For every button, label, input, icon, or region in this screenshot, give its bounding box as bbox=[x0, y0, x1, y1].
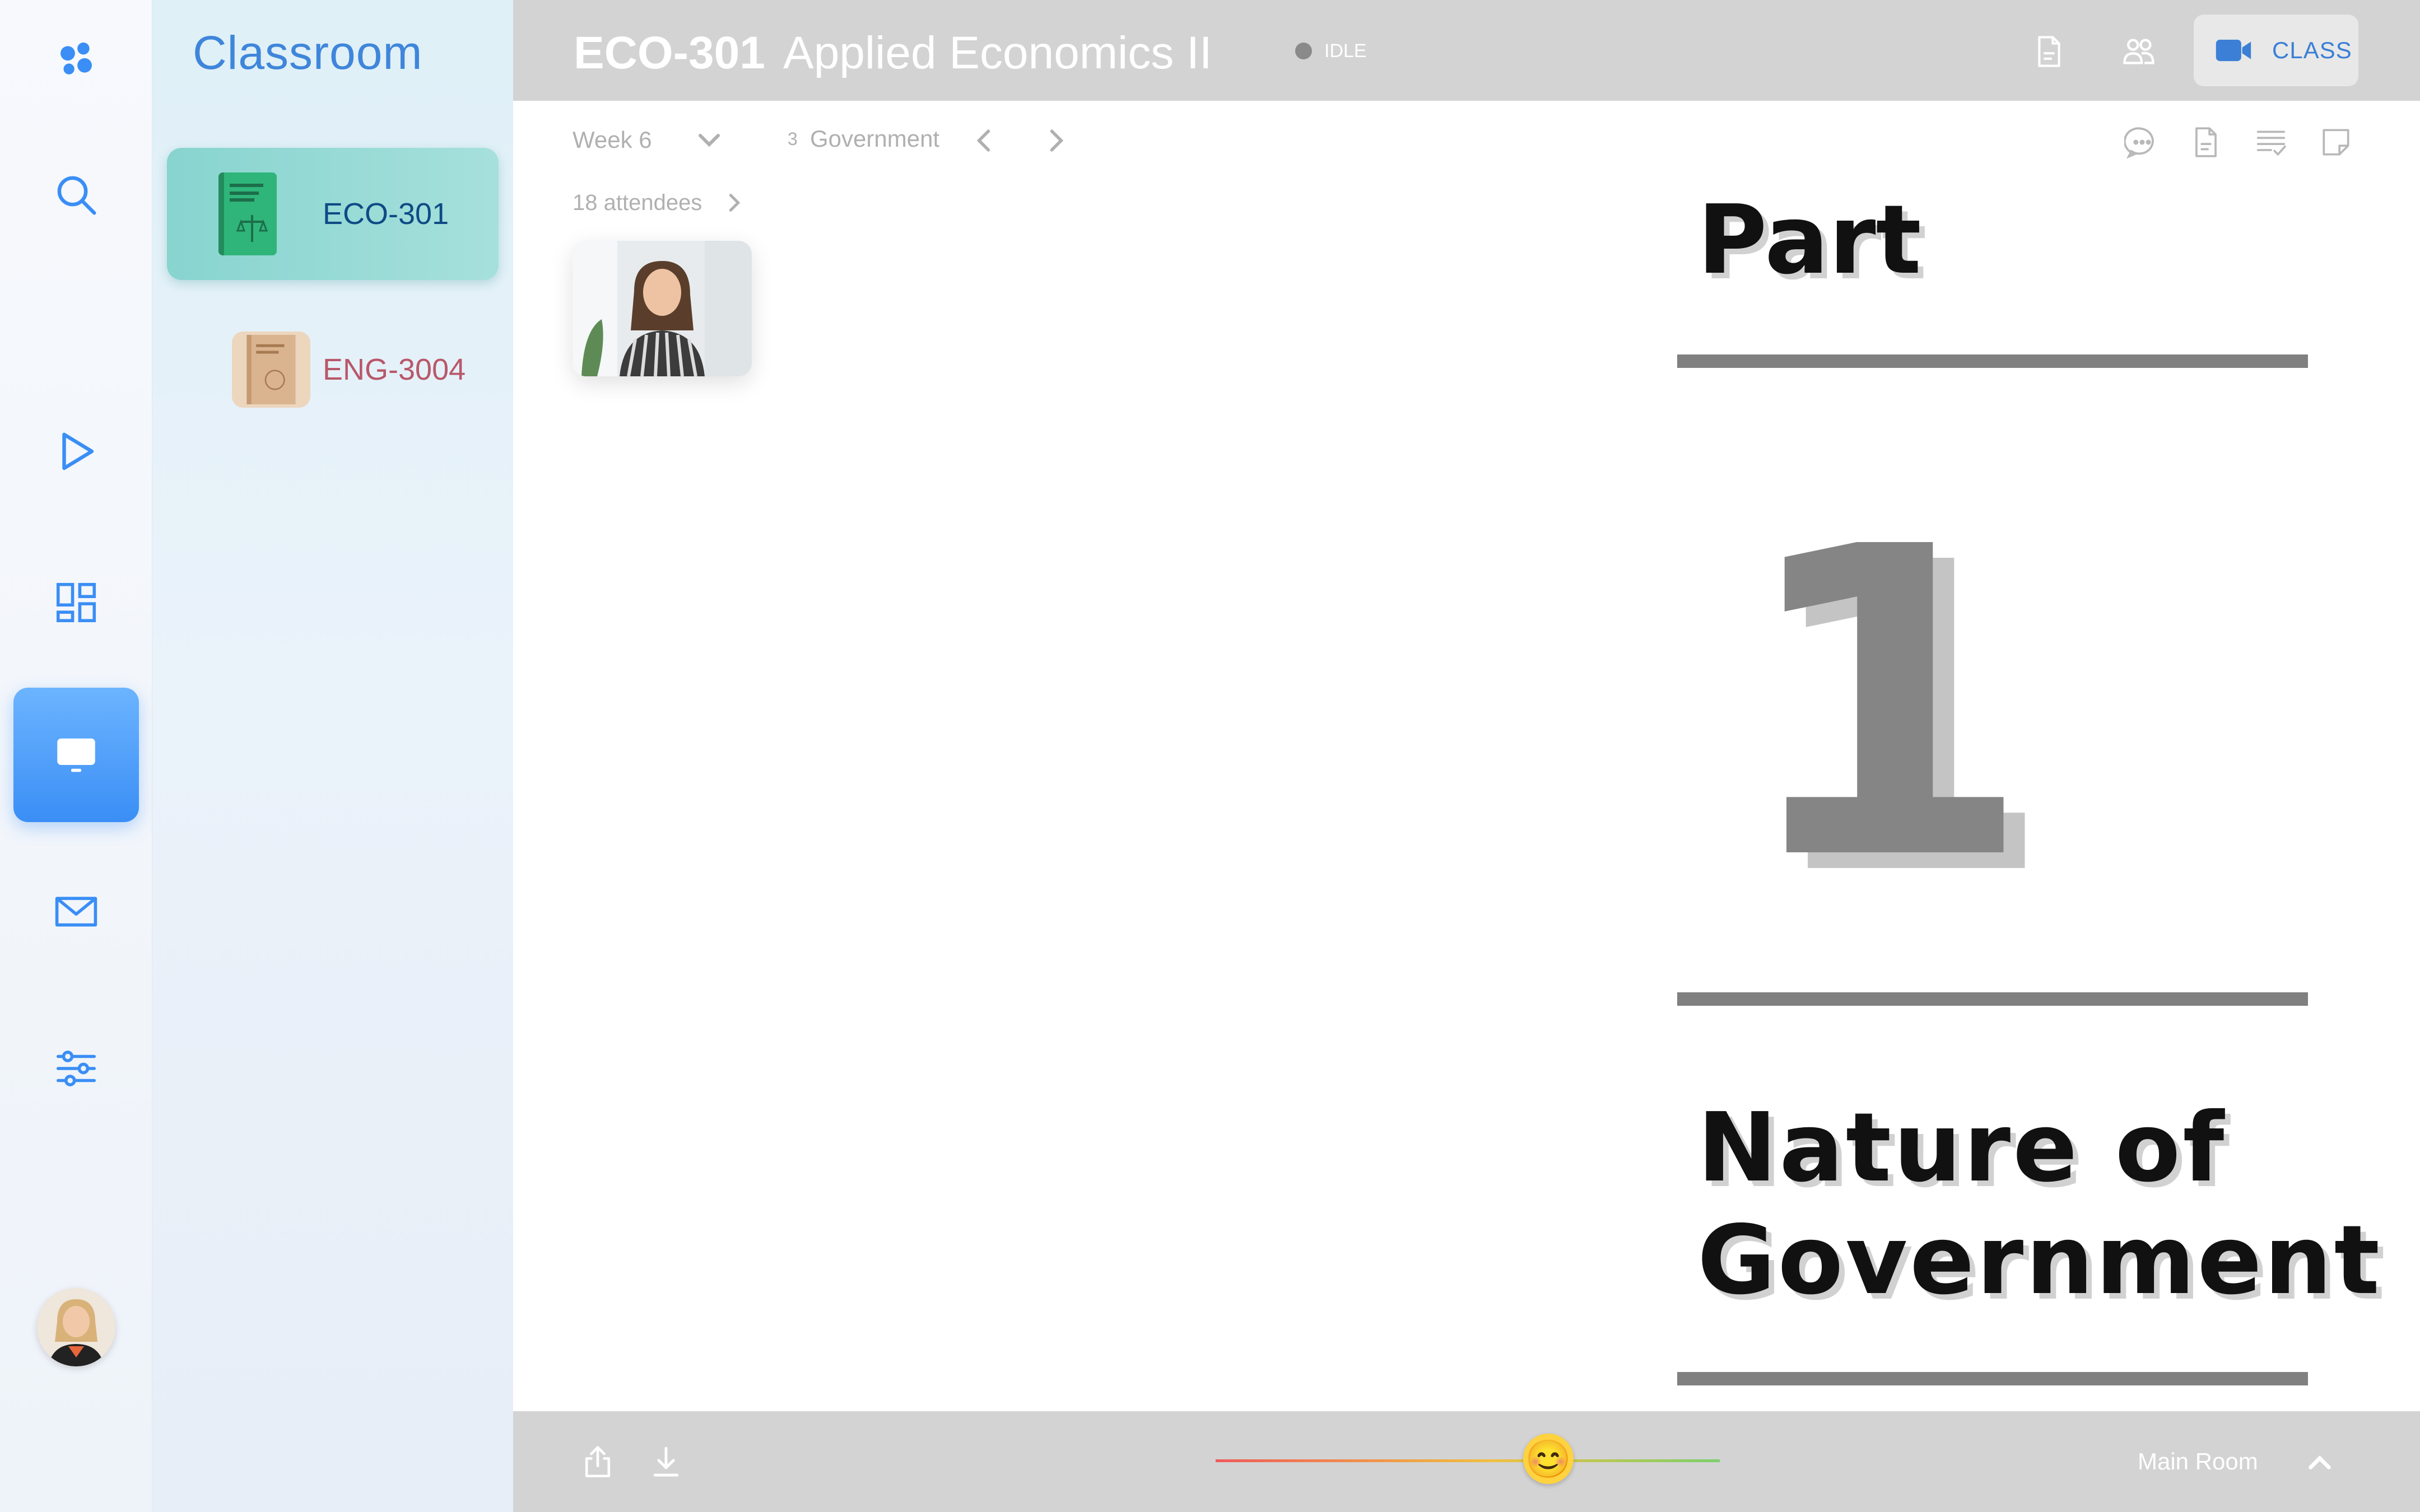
previous-arrow-icon[interactable] bbox=[965, 121, 1004, 160]
slide-divider bbox=[1677, 992, 2308, 1006]
attendees-count[interactable]: 18 attendees bbox=[573, 190, 702, 216]
sliders-icon[interactable] bbox=[43, 1035, 110, 1102]
lesson-number: 3 bbox=[788, 129, 798, 149]
lesson-name: Government bbox=[810, 125, 940, 152]
course-item-eng-3004[interactable]: ENG-3004 bbox=[167, 304, 499, 436]
mood-slider-track[interactable] bbox=[1216, 1459, 1720, 1462]
course-sidebar: Classroom ECO-301 ENG-3004 bbox=[152, 0, 513, 1512]
book-cover-icon bbox=[218, 172, 277, 255]
week-selector[interactable]: Week 6 bbox=[573, 127, 652, 153]
slide-title-line: Government bbox=[1697, 1205, 2382, 1316]
room-label[interactable]: Main Room bbox=[2138, 1448, 2258, 1475]
mail-icon[interactable] bbox=[43, 878, 110, 945]
logo-icon[interactable] bbox=[43, 26, 110, 93]
mood-slider-knob[interactable]: 😊 bbox=[1523, 1434, 1574, 1484]
slide-divider bbox=[1677, 354, 2308, 368]
lesson-toolbar: Week 6 3 Government bbox=[513, 101, 2420, 179]
dashboard-icon[interactable] bbox=[43, 569, 110, 636]
class-button[interactable]: CLASS bbox=[2194, 15, 2358, 86]
slide-title-line: Nature of bbox=[1697, 1093, 2227, 1203]
participants-icon[interactable] bbox=[2116, 29, 2161, 74]
notes-icon[interactable] bbox=[2185, 121, 2227, 164]
user-avatar[interactable] bbox=[37, 1288, 115, 1366]
sticky-note-icon[interactable] bbox=[2315, 121, 2357, 164]
slide-title: Nature of Government bbox=[1697, 1092, 2382, 1317]
book-cover-icon bbox=[232, 332, 310, 408]
status-dot-icon bbox=[1295, 43, 1312, 59]
course-label: ECO-301 bbox=[323, 197, 449, 231]
next-arrow-icon[interactable] bbox=[1036, 121, 1076, 160]
download-icon[interactable] bbox=[641, 1437, 691, 1487]
document-icon[interactable] bbox=[2027, 29, 2072, 74]
chevron-down-icon[interactable] bbox=[692, 123, 726, 157]
course-code: ECO-301 bbox=[574, 27, 765, 78]
chevron-up-icon[interactable] bbox=[2300, 1443, 2339, 1482]
course-label: ENG-3004 bbox=[323, 353, 466, 386]
course-item-eco-301[interactable]: ECO-301 bbox=[167, 148, 499, 280]
footer-bar: 😊 Main Room bbox=[513, 1411, 2420, 1512]
monitor-icon[interactable] bbox=[13, 688, 139, 822]
slide-part-number: 1 bbox=[1737, 458, 2033, 953]
checklist-icon[interactable] bbox=[2250, 121, 2292, 164]
class-button-label: CLASS bbox=[2272, 37, 2352, 63]
participant-video-tile[interactable] bbox=[573, 241, 752, 376]
share-icon[interactable] bbox=[573, 1437, 623, 1487]
header-bar: ECO-301 Applied Economics II IDLE CLASS bbox=[513, 0, 2420, 101]
chevron-right-icon[interactable] bbox=[720, 187, 748, 218]
slide-divider bbox=[1677, 1372, 2308, 1385]
participant-photo bbox=[573, 241, 752, 376]
play-icon[interactable] bbox=[43, 418, 110, 485]
video-camera-icon bbox=[2216, 39, 2251, 62]
sidebar-title: Classroom bbox=[193, 26, 423, 79]
status-badge: IDLE bbox=[1324, 40, 1367, 62]
course-name: Applied Economics II bbox=[783, 27, 1212, 78]
search-icon[interactable] bbox=[43, 161, 110, 228]
chat-icon[interactable] bbox=[2121, 121, 2163, 164]
slide-heading: Part bbox=[1697, 185, 1921, 296]
icon-rail bbox=[0, 0, 152, 1512]
